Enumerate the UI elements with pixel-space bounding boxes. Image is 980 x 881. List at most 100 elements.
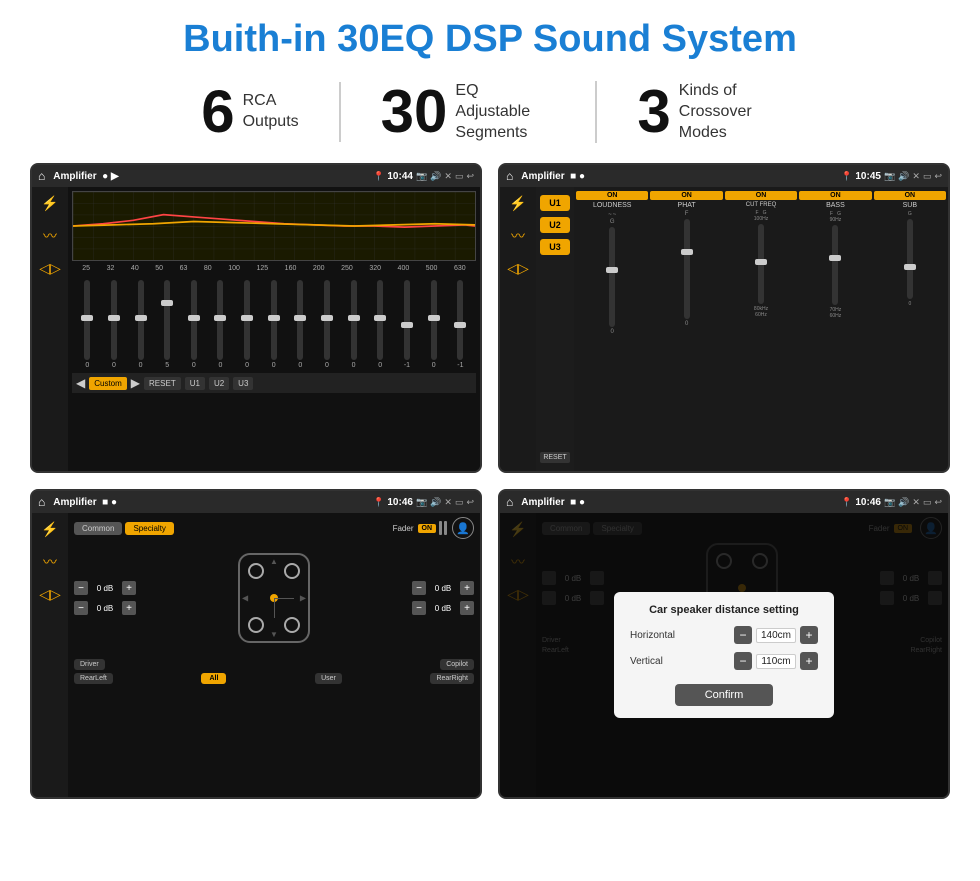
dialog-horizontal-label: Horizontal — [630, 630, 690, 641]
fader-sidebar-icon-2[interactable]: 〰 — [43, 552, 57, 572]
amp-screen: ⌂ Amplifier ■ ● 📍 10:45 📷🔊✕▭ ↩ ⚡ 〰 ◁▷ U1… — [498, 163, 950, 473]
fader-app-name: Amplifier ■ ● — [53, 497, 369, 508]
fader-screen: ⌂ Amplifier ■ ● 📍 10:46 📷🔊✕▭ ↩ ⚡ 〰 ◁▷ Co… — [30, 489, 482, 799]
fader-sidebar-icon-1[interactable]: ⚡ — [41, 521, 58, 538]
eq-app-name: Amplifier ● ▶ — [53, 171, 369, 182]
rr-db-control: − 0 dB + — [412, 601, 474, 615]
eq-custom-btn[interactable]: Custom — [89, 377, 127, 390]
eq-u2-btn[interactable]: U2 — [209, 377, 229, 390]
eq-sidebar-icon-3[interactable]: ◁▷ — [39, 260, 61, 277]
eq-screen-content: ⚡ 〰 ◁▷ — [32, 187, 480, 471]
amp-status-bar: ⌂ Amplifier ■ ● 📍 10:45 📷🔊✕▭ ↩ — [500, 165, 948, 187]
copilot-btn[interactable]: Copilot — [440, 659, 474, 670]
stat-label-rca: RCAOutputs — [243, 91, 299, 133]
amp-u2-btn[interactable]: U2 — [540, 217, 570, 233]
eq-sidebar-icon-1[interactable]: ⚡ — [41, 195, 58, 212]
camera-icon: 📷 — [416, 171, 427, 182]
fader-profile-icon[interactable]: 👤 — [452, 517, 474, 539]
fader-home-icon[interactable]: ⌂ — [38, 495, 45, 509]
horizontal-minus-btn[interactable]: − — [734, 626, 752, 644]
fr-plus-btn[interactable]: + — [460, 581, 474, 595]
stats-row: 6 RCAOutputs 30 EQ AdjustableSegments 3 … — [0, 71, 980, 157]
rl-db-control: − 0 dB + — [74, 601, 136, 615]
stat-eq: 30 EQ AdjustableSegments — [341, 81, 598, 143]
eq-freq-labels: 253240506380100125160200250320400500630 — [72, 264, 476, 273]
speaker-car-diagram: ▲ ▼ ◀ ▶ — [229, 543, 319, 653]
amp-u1-btn[interactable]: U1 — [540, 195, 570, 211]
rr-db-value: 0 dB — [429, 604, 457, 613]
amp-sidebar-icon-2[interactable]: 〰 — [511, 226, 525, 246]
fader-back-icon[interactable]: ↩ — [466, 497, 474, 508]
home-icon[interactable]: ⌂ — [38, 169, 45, 183]
amp-channels-area: ON LOUDNESS ~~ G 0 ON PHAT F — [574, 187, 948, 471]
rearleft-btn[interactable]: RearLeft — [74, 673, 113, 684]
eq-u1-btn[interactable]: U1 — [185, 377, 205, 390]
fader-time: 10:46 — [387, 497, 413, 508]
all-btn[interactable]: All — [201, 673, 226, 684]
rl-db-value: 0 dB — [91, 604, 119, 613]
back-icon[interactable]: ↩ — [466, 171, 474, 182]
amp-status-icons: 📍 10:45 📷🔊✕▭ ↩ — [841, 171, 942, 182]
dialog-screen: ⌂ Amplifier ■ ● 📍 10:46 📷🔊✕▭ ↩ ⚡ 〰 ◁▷ Co… — [498, 489, 950, 799]
fader-status-icons: 📍 10:46 📷🔊✕▭ ↩ — [373, 497, 474, 508]
fader-sidebar-icon-3[interactable]: ◁▷ — [39, 586, 61, 603]
fader-status-bar: ⌂ Amplifier ■ ● 📍 10:46 📷🔊✕▭ ↩ — [32, 491, 480, 513]
fl-minus-btn[interactable]: − — [74, 581, 88, 595]
amp-presets-col: U1 U2 U3 RESET — [536, 187, 574, 471]
fader-left-sidebar: ⚡ 〰 ◁▷ — [32, 513, 68, 797]
eq-play-btn[interactable]: ▶ — [131, 376, 140, 390]
fl-plus-btn[interactable]: + — [122, 581, 136, 595]
fl-db-value: 0 dB — [91, 584, 119, 593]
confirm-button[interactable]: Confirm — [675, 684, 774, 706]
fader-specialty-tab[interactable]: Specialty — [125, 522, 173, 535]
fader-common-tab[interactable]: Common — [74, 522, 122, 535]
amp-time: 10:45 — [855, 171, 881, 182]
eq-main: 253240506380100125160200250320400500630 … — [68, 187, 480, 471]
dialog-box: Car speaker distance setting Horizontal … — [614, 592, 834, 718]
eq-left-sidebar: ⚡ 〰 ◁▷ — [32, 187, 68, 471]
rl-plus-btn[interactable]: + — [122, 601, 136, 615]
rr-plus-btn[interactable]: + — [460, 601, 474, 615]
fr-db-value: 0 dB — [429, 584, 457, 593]
fader-sliders-h — [439, 521, 447, 535]
close-icon: ✕ — [444, 171, 452, 182]
eq-prev-btn[interactable]: ◀ — [76, 376, 85, 390]
user-btn[interactable]: User — [315, 673, 342, 684]
eq-reset-btn[interactable]: RESET — [144, 377, 181, 390]
amp-left-sidebar: ⚡ 〰 ◁▷ — [500, 187, 536, 471]
dialog-back-icon[interactable]: ↩ — [934, 497, 942, 508]
minimize-icon: ▭ — [455, 171, 464, 182]
eq-u3-btn[interactable]: U3 — [233, 377, 253, 390]
amp-channel-phat: ON PHAT F 0 — [650, 191, 722, 467]
amp-sidebar-icon-3[interactable]: ◁▷ — [507, 260, 529, 277]
fader-bottom-buttons-2: RearLeft All User RearRight — [74, 673, 474, 684]
horizontal-value: 140cm — [756, 628, 796, 643]
horizontal-plus-btn[interactable]: + — [800, 626, 818, 644]
dialog-horizontal-row: Horizontal − 140cm + — [630, 626, 818, 644]
dialog-vertical-row: Vertical − 110cm + — [630, 652, 818, 670]
eq-sidebar-icon-2[interactable]: 〰 — [43, 226, 57, 246]
rearright-btn[interactable]: RearRight — [430, 673, 474, 684]
rl-minus-btn[interactable]: − — [74, 601, 88, 615]
fader-main-area: Common Specialty Fader ON 👤 — [68, 513, 480, 797]
eq-status-bar: ⌂ Amplifier ● ▶ 📍 10:44 📷 🔊 ✕ ▭ ↩ — [32, 165, 480, 187]
amp-back-icon[interactable]: ↩ — [934, 171, 942, 182]
location-icon: 📍 — [373, 171, 384, 182]
amp-home-icon[interactable]: ⌂ — [506, 169, 513, 183]
vertical-plus-btn[interactable]: + — [800, 652, 818, 670]
rr-minus-btn[interactable]: − — [412, 601, 426, 615]
stat-number-3: 3 — [637, 82, 670, 142]
amp-channel-bass: ON BASS F G 90Hz 70Hz 60Hz — [799, 191, 871, 467]
fr-minus-btn[interactable]: − — [412, 581, 426, 595]
dialog-overlay: Car speaker distance setting Horizontal … — [500, 513, 948, 797]
dialog-app-name: Amplifier ■ ● — [521, 497, 837, 508]
stat-label-eq: EQ AdjustableSegments — [455, 81, 555, 143]
amp-reset-btn2[interactable]: RESET — [540, 452, 570, 463]
page-title: Buith-in 30EQ DSP Sound System — [0, 0, 980, 71]
amp-u3-btn[interactable]: U3 — [540, 239, 570, 255]
vertical-minus-btn[interactable]: − — [734, 652, 752, 670]
amp-sidebar-icon-1[interactable]: ⚡ — [509, 195, 526, 212]
stat-number-6: 6 — [201, 82, 234, 142]
dialog-home-icon[interactable]: ⌂ — [506, 495, 513, 509]
driver-btn[interactable]: Driver — [74, 659, 105, 670]
